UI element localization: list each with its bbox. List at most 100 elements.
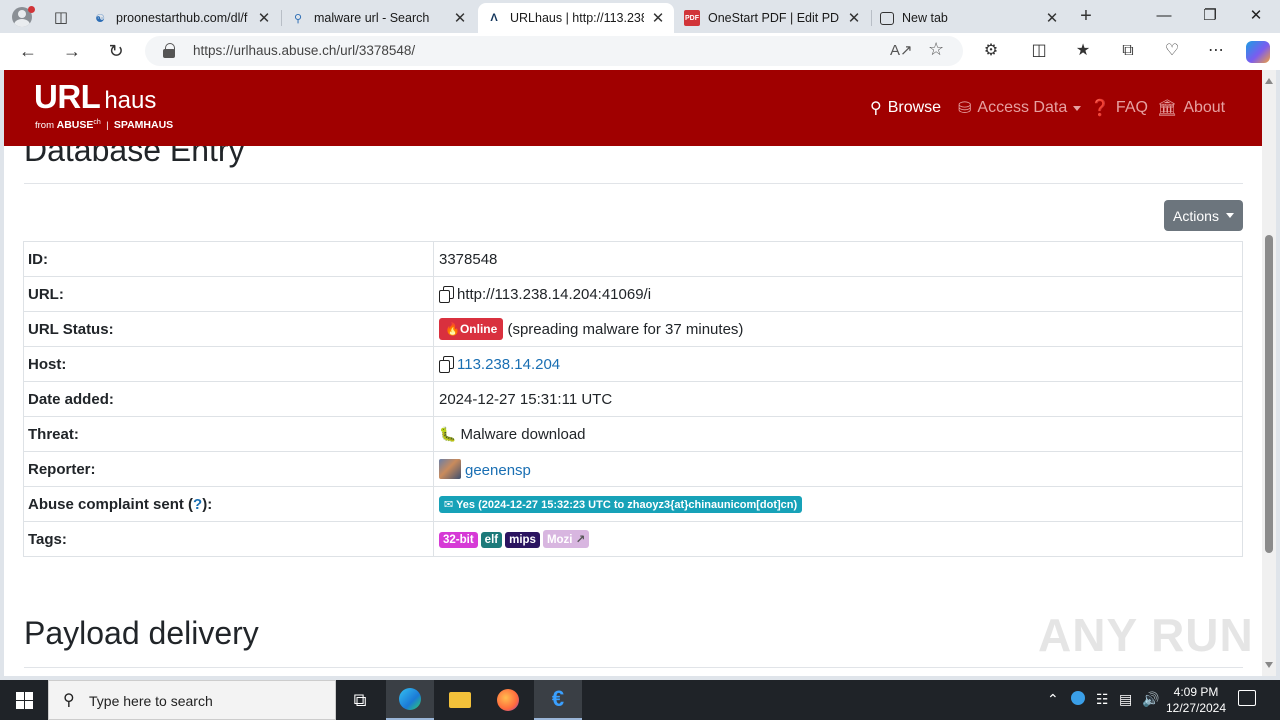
row-label: Host: [23,346,434,382]
profile-avatar[interactable] [8,4,36,30]
favorites-icon[interactable]: ★ [1070,40,1096,64]
tab-new-tab[interactable]: New tab ✕ [872,3,1068,33]
nav-about[interactable]: 🏛 About [1157,98,1225,118]
divider [24,667,1243,668]
help-link[interactable]: ? [193,496,202,513]
page-viewport: URL haus from ABUSEch | SPAMHAUS ⚲ Browse… [4,70,1262,676]
row-value-date: 2024-12-27 15:31:11 UTC [433,381,1243,417]
system-clock[interactable]: 4:09 PM 12/27/2024 [1164,684,1228,716]
row-value-id: 3378548 [433,241,1243,277]
clock-date: 12/27/2024 [1165,701,1227,715]
tab-title: OneStart PDF | Edit PDF [708,11,840,25]
lock-icon[interactable] [163,43,175,58]
table-row-host: Host: 113.238.14.204 [23,346,1243,382]
search-placeholder: Type here to search [89,693,213,709]
scroll-up-icon[interactable] [1265,78,1273,84]
split-screen-icon[interactable]: ◫ [1026,40,1052,64]
table-row-threat: Threat: 🐛 Malware download [23,416,1243,452]
minimize-button[interactable]: — [1142,4,1186,30]
question-circle-icon: ❓ [1090,100,1110,117]
firefox-icon[interactable] [484,680,532,720]
tab-title: proonestarthub.com/dl/f [116,11,248,25]
tag-32-bit[interactable]: 32-bit [439,532,478,548]
building-icon: 🏛 [1157,100,1178,117]
volume-icon[interactable]: 🔊 [1142,691,1159,708]
reporter-link[interactable]: geenensp [465,462,531,479]
close-icon[interactable]: ✕ [452,9,468,27]
forward-button[interactable]: → [58,38,86,66]
envelope-icon: ✉ [444,498,457,511]
nav-faq[interactable]: ❓ FAQ [1090,98,1148,118]
section-title-payload: Payload delivery [24,615,259,651]
browser-essentials-icon[interactable]: ♡ [1159,40,1185,64]
page-scrollbar[interactable] [1262,70,1276,676]
close-window-button[interactable]: ✕ [1234,4,1278,30]
refresh-button[interactable]: ↻ [102,38,130,66]
reporter-avatar [439,459,461,479]
close-icon[interactable]: ✕ [1044,9,1060,27]
nav-browse[interactable]: ⚲ Browse [870,98,941,118]
tab-title: New tab [902,11,948,25]
anyrun-watermark: ANY RUN [1038,609,1254,661]
start-button[interactable] [0,680,48,720]
row-label: Tags: [23,521,434,557]
tag-mozi[interactable]: Mozi ↗ [542,530,590,548]
address-bar[interactable]: https://urlhaus.abuse.ch/url/3378548/ A↗… [145,36,963,66]
chevron-up-icon[interactable]: ⌃ [1047,691,1059,708]
clock-time: 4:09 PM [1173,685,1219,699]
windows-taskbar: ⚲ Type here to search ⧉ € ⌃ ☷ ▤ 🔊 4:09 P… [0,680,1280,720]
urlhaus-logo[interactable]: URL haus from ABUSEch | SPAMHAUS [34,78,173,131]
tag-mips[interactable]: mips [505,532,540,548]
row-label: Reporter: [23,451,434,487]
network-icon[interactable]: ▤ [1119,691,1132,708]
row-label: ID: [23,241,434,277]
restore-button[interactable]: ❐ [1188,4,1232,30]
abuse-badge: ✉ Yes (2024-12-27 15:32:23 UTC to zhaoyz… [439,495,803,513]
more-options-icon[interactable]: ⋯ [1203,40,1229,64]
close-icon[interactable]: ✕ [650,9,666,27]
fire-icon: 🔥 [445,322,460,336]
address-bar-row: ← → ↻ https://urlhaus.abuse.ch/url/33785… [0,33,1280,70]
host-link[interactable]: 113.238.14.204 [457,356,560,373]
favorite-star-icon[interactable]: ☆ [928,39,944,60]
address-url[interactable]: https://urlhaus.abuse.ch/url/3378548/ [193,43,415,58]
nav-access-data[interactable]: ⛁ Access Data [958,98,1082,118]
actions-dropdown-button[interactable]: Actions [1164,200,1243,231]
copy-icon[interactable] [439,285,454,303]
table-row-url: URL: http://113.238.14.204:41069/i [23,276,1243,312]
status-note: (spreading malware for 37 minutes) [507,321,744,338]
tab-onestart-pdf[interactable]: PDF OneStart PDF | Edit PDF ✕ [676,3,870,33]
task-view-icon[interactable]: ⧉ [336,680,384,720]
tab-actions-icon[interactable]: ◫ [48,5,74,29]
close-icon[interactable]: ✕ [256,9,272,27]
taskbar-search[interactable]: ⚲ Type here to search [48,680,336,720]
tab-proonestarthub[interactable]: ☯ proonestarthub.com/dl/f ✕ [84,3,280,33]
tag-elf[interactable]: elf [480,532,503,548]
caret-down-icon [1225,213,1234,218]
tab-malware-search[interactable]: ⚲ malware url - Search ✕ [282,3,476,33]
collections-icon[interactable]: ⧉ [1115,40,1141,64]
back-button[interactable]: ← [14,38,42,66]
tab-urlhaus[interactable]: Λ URLhaus | http://113.238 ✕ [478,3,674,33]
divider [24,183,1243,184]
table-row-tags: Tags: 32-bit elf mips Mozi ↗ [23,521,1243,557]
onestart-app-icon[interactable]: € [534,680,582,720]
copy-icon[interactable] [439,355,454,373]
edge-app-icon[interactable] [386,680,434,720]
globe-icon: ☯ [95,12,105,25]
edge-tray-icon[interactable] [1071,691,1085,708]
row-value-url: http://113.238.14.204:41069/i [457,285,652,303]
scroll-down-icon[interactable] [1265,662,1273,668]
close-icon[interactable]: ✕ [846,9,862,27]
status-badge: 🔥Online [439,318,504,340]
file-explorer-icon[interactable] [436,680,484,720]
row-label: Threat: [23,416,434,452]
read-aloud-icon[interactable]: A↗ [890,41,913,59]
battery-icon[interactable]: ☷ [1096,691,1109,708]
copilot-icon[interactable] [1246,41,1270,63]
notification-center-icon[interactable] [1238,690,1256,706]
extensions-icon[interactable]: ⚙ [978,40,1004,64]
scrollbar-thumb[interactable] [1265,235,1273,553]
new-tab-button[interactable]: + [1074,5,1098,29]
urlhaus-icon: Λ [490,12,498,24]
